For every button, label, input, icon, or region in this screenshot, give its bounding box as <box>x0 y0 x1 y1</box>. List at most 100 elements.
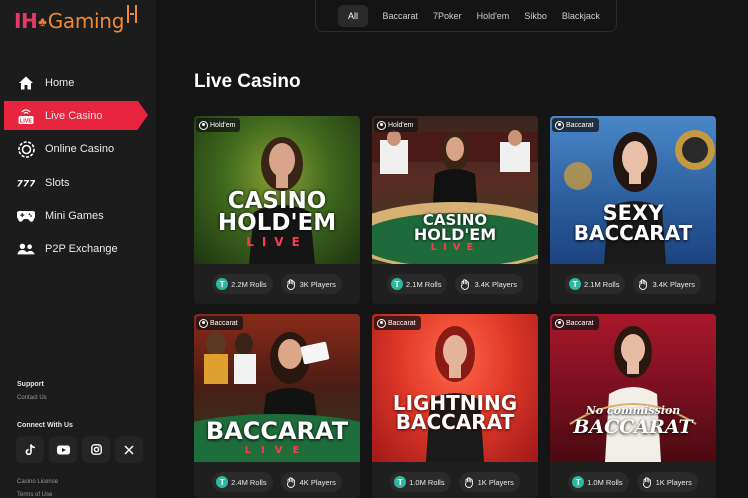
category-label: Hold'em <box>210 121 236 129</box>
gamepad-icon <box>17 207 35 225</box>
players-count: 4K Players <box>299 477 336 487</box>
category-badge: Baccarat <box>374 316 421 330</box>
rolls-count: 2.1M Rolls <box>406 279 442 289</box>
game-logo: LIGHTNING BACCARAT <box>372 393 538 434</box>
home-icon <box>17 74 35 92</box>
tab-baccarat[interactable]: Baccarat <box>375 5 426 27</box>
sidebar-item-label: Home <box>45 76 75 89</box>
game-logo-line: LIVE <box>246 234 308 249</box>
sidebar-item-label: Slots <box>45 176 70 189</box>
players-pill: 1K Players <box>636 472 698 492</box>
tab-7poker[interactable]: 7Poker <box>426 5 470 27</box>
game-card-baccarat-live[interactable]: Baccarat BACCARAT LIVE T 2.4M Rolls 4K Pl… <box>194 314 360 498</box>
chip-icon <box>555 120 564 130</box>
hand-icon <box>459 278 471 290</box>
category-badge: Hold'em <box>374 118 419 132</box>
game-logo-line: BACCARAT <box>395 410 515 434</box>
sidebar-item-label: Mini Games <box>45 210 104 223</box>
live-icon: LIVE <box>17 107 35 125</box>
sidebar-item-label: Live Casino <box>45 109 103 122</box>
rolls-count: 2.1M Rolls <box>584 279 620 289</box>
x-icon[interactable] <box>115 436 143 463</box>
slots-icon: 777 <box>17 174 35 192</box>
game-card-casino-holdem[interactable]: Hold'em CASINO HOLD'EM LIVE T 2.2M Rolls … <box>194 116 360 304</box>
players-count: 3.4K Players <box>474 279 517 289</box>
sidebar-item-label: P2P Exchange <box>45 243 118 256</box>
players-pill: 3K Players <box>280 274 342 294</box>
category-label: Baccarat <box>566 319 594 327</box>
game-stats: T 2.4M Rolls 4K Players <box>194 462 360 498</box>
terms-link[interactable]: Terms of Use <box>17 492 52 498</box>
game-thumbnail: Baccarat BACCARAT LIVE <box>194 314 360 462</box>
dealer-illustration <box>569 326 697 462</box>
club-icon: ♣ <box>38 13 47 29</box>
game-card-lightning-baccarat[interactable]: Baccarat LIGHTNING BACCARAT T 1.0M Rolls … <box>372 314 538 498</box>
players-pill: 1K Players <box>458 472 520 492</box>
rolls-pill: T 1.0M Rolls <box>390 472 451 492</box>
rolls-count: 1.0M Rolls <box>409 477 445 487</box>
rolls-count: 2.2M Rolls <box>231 279 267 289</box>
sidebar-item-slots[interactable]: 777 Slots <box>4 168 156 197</box>
game-logo: CASINO HOLD'EM LIVE <box>194 190 360 249</box>
game-stats: T 2.1M Rolls 3.4K Players <box>550 264 716 304</box>
game-thumbnail: Baccarat No commission BACCARAT <box>550 314 716 462</box>
rolls-pill: T 2.2M Rolls <box>212 274 273 294</box>
category-badge: Baccarat <box>552 316 599 330</box>
sidebar-item-p2p-exchange[interactable]: P2P Exchange <box>4 235 156 264</box>
tiktok-icon[interactable] <box>16 436 44 463</box>
sidebar-nav: Home LIVE Live Casino Online Casino 777 <box>4 68 156 268</box>
players-count: 3K Players <box>299 279 336 289</box>
category-badge: Hold'em <box>196 118 241 132</box>
game-thumbnail: Hold'em CASINO HOLD'EM LIVE <box>372 116 538 264</box>
players-pill: 3.4K Players <box>633 274 701 294</box>
game-logo-line: BACCARAT <box>573 220 693 245</box>
game-logo-line: No commission <box>585 404 681 417</box>
logo-mark-icon <box>127 5 138 23</box>
tab-all[interactable]: All <box>338 4 369 27</box>
game-logo: CASINO HOLD'EM LIVE <box>372 212 538 254</box>
game-card-casino-holdem-table[interactable]: Hold'em CASINO HOLD'EM LIVE T 2.1M Rolls … <box>372 116 538 304</box>
game-stats: T 2.2M Rolls 3K Players <box>194 264 360 304</box>
tab-sikbo[interactable]: Sikbo <box>517 5 555 27</box>
game-card-sexy-baccarat[interactable]: Baccarat SEXY BACCARAT T 2.1M Rolls 3.4K … <box>550 116 716 304</box>
instagram-icon[interactable] <box>82 436 110 463</box>
players-count: 1K Players <box>655 477 692 487</box>
casino-license-link[interactable]: Casino License <box>17 479 58 485</box>
game-logo: No commission BACCARAT <box>550 404 716 437</box>
youtube-icon[interactable] <box>49 436 77 463</box>
category-label: Baccarat <box>210 319 238 327</box>
coin-icon: T <box>391 278 404 290</box>
game-stats: T 1.0M Rolls 1K Players <box>372 462 538 498</box>
sidebar: IH ♣ Gaming Home LIVE Live Casino Online… <box>0 0 156 498</box>
hand-icon <box>637 278 649 290</box>
game-logo-line: BACCARAT <box>205 417 349 445</box>
rolls-pill: T 1.0M Rolls <box>568 472 629 492</box>
game-thumbnail: Baccarat LIGHTNING BACCARAT <box>372 314 538 462</box>
game-logo-line: LIVE <box>430 242 480 254</box>
sidebar-item-home[interactable]: Home <box>4 68 156 97</box>
category-label: Hold'em <box>388 121 414 129</box>
hand-icon <box>285 476 297 488</box>
sidebar-item-live-casino[interactable]: LIVE Live Casino <box>4 101 148 131</box>
sidebar-item-mini-games[interactable]: Mini Games <box>4 202 156 231</box>
rolls-count: 1.0M Rolls <box>587 477 623 487</box>
sidebar-item-online-casino[interactable]: Online Casino <box>4 135 156 164</box>
chip-icon <box>199 120 208 130</box>
tab-blackjack[interactable]: Blackjack <box>554 5 607 27</box>
contact-us-link[interactable]: Contact Us <box>17 395 47 401</box>
coin-icon: T <box>216 476 229 488</box>
casino-chip-icon <box>17 140 35 158</box>
players-pill: 4K Players <box>280 472 342 492</box>
connect-heading: Connect With Us <box>17 422 73 429</box>
game-thumbnail: Hold'em CASINO HOLD'EM LIVE <box>194 116 360 264</box>
coin-icon: T <box>216 278 229 290</box>
svg-text:LIVE: LIVE <box>20 118 33 124</box>
category-tabs: All Baccarat 7Poker Hold'em Sikbo Blackj… <box>315 0 617 32</box>
chip-icon <box>377 318 386 328</box>
game-card-no-commission-baccarat[interactable]: Baccarat No commission BACCARAT T 1.0M Ro… <box>550 314 716 498</box>
game-logo: SEXY BACCARAT <box>550 203 716 245</box>
tab-holdem[interactable]: Hold'em <box>469 5 517 27</box>
brand-logo[interactable]: IH ♣ Gaming <box>14 4 138 38</box>
game-logo: BACCARAT LIVE <box>194 417 360 455</box>
rolls-count: 2.4M Rolls <box>231 477 267 487</box>
